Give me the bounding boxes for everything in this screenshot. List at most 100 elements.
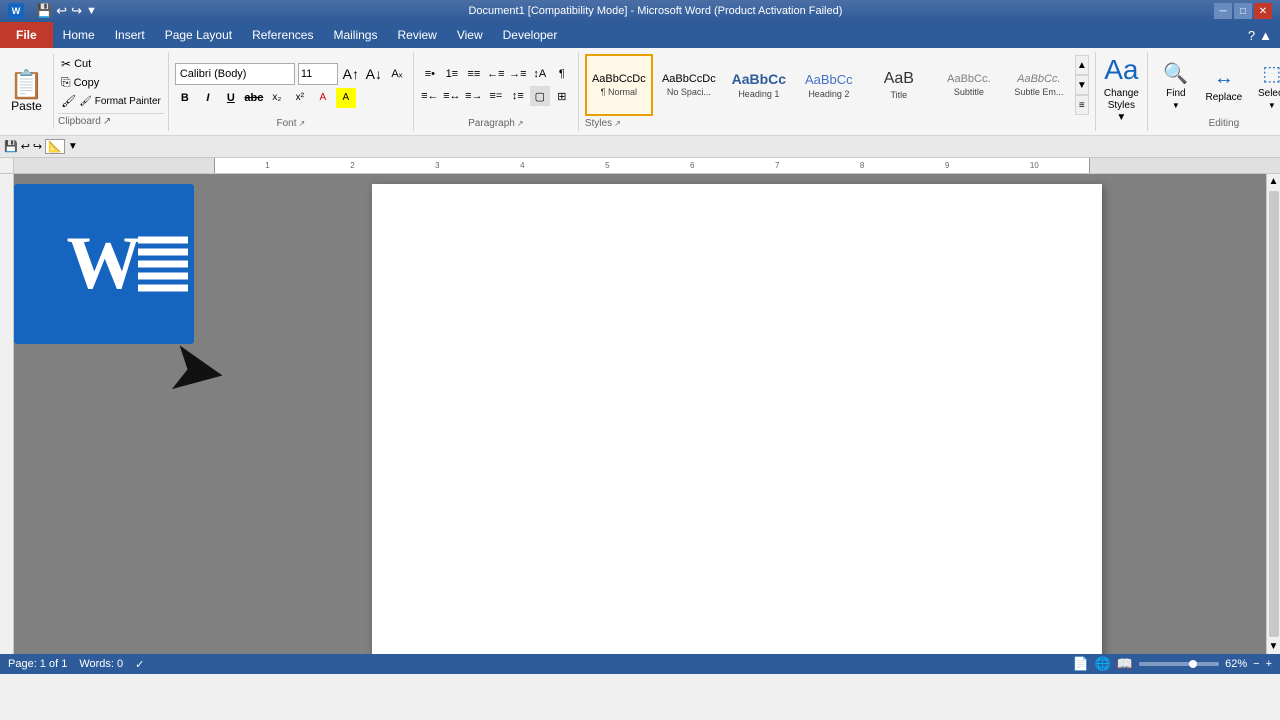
qa-save[interactable]: 💾 xyxy=(36,3,52,19)
paragraph-controls: ≡• 1≡ ≡≡ ←≡ →≡ ↕A ¶ ≡← ≡↔ ≡→ ≡= ↕≡ ▢ ⊞ xyxy=(420,64,572,106)
superscript-button[interactable]: x² xyxy=(290,88,310,108)
paragraph-expand-icon[interactable]: ↗ xyxy=(517,119,524,128)
menu-review[interactable]: Review xyxy=(387,22,446,48)
document-page: BRAND COMPANY NAME GLOBAL BUSINESS SOLUT… xyxy=(372,184,1102,654)
menu-pagelayout[interactable]: Page Layout xyxy=(155,22,242,48)
replace-button[interactable]: ↔ Replace xyxy=(1202,58,1246,113)
show-hide-button[interactable]: ¶ xyxy=(552,64,572,84)
style-no-spacing[interactable]: AaBbCcDc No Spaci... xyxy=(655,54,723,116)
qa-redo[interactable]: ↪ xyxy=(71,3,82,19)
select-dropdown[interactable]: ▼ xyxy=(1268,101,1276,110)
qa2-icon1[interactable]: 💾 xyxy=(4,140,18,153)
increase-indent-button[interactable]: →≡ xyxy=(508,64,528,84)
select-button[interactable]: ⬚ Select ▼ xyxy=(1250,58,1280,113)
cut-button[interactable]: ✂ Cut xyxy=(58,56,164,72)
style-heading1[interactable]: AaBbCc Heading 1 xyxy=(725,54,793,116)
bullets-button[interactable]: ≡• xyxy=(420,64,440,84)
close-button[interactable]: ✕ xyxy=(1254,3,1272,19)
style-normal-preview: AaBbCcDc xyxy=(592,73,646,85)
bold-button[interactable]: B xyxy=(175,88,195,108)
style-heading2[interactable]: AaBbCc Heading 2 xyxy=(795,54,863,116)
qa2-icon4[interactable]: 📐 xyxy=(45,139,65,154)
find-dropdown[interactable]: ▼ xyxy=(1172,101,1180,110)
justify-button[interactable]: ≡= xyxy=(486,86,506,106)
clear-format-button[interactable]: Aₓ xyxy=(387,64,407,84)
paste-button[interactable]: 📋 Paste xyxy=(4,54,54,129)
styles-expand[interactable]: ≡ xyxy=(1075,95,1089,115)
font-row-2: B I U abc x₂ x² A A xyxy=(175,88,407,108)
ruler-mark-10: 10 xyxy=(1030,161,1039,170)
replace-icon: ↔ xyxy=(1214,67,1234,90)
ruler-mark-5: 5 xyxy=(605,161,609,170)
underline-button[interactable]: U xyxy=(221,88,241,108)
scroll-thumb[interactable] xyxy=(1269,191,1279,637)
menu-references[interactable]: References xyxy=(242,22,323,48)
change-styles-group[interactable]: Aa ChangeStyles ▼ xyxy=(1096,52,1148,131)
style-subtitle[interactable]: AaBbCc. Subtitle xyxy=(935,54,1003,116)
replace-label: Replace xyxy=(1206,92,1243,103)
qa2-icon2[interactable]: ↩ xyxy=(21,140,30,153)
clipboard-expand-icon[interactable]: ↗ xyxy=(103,116,111,127)
align-left-button[interactable]: ≡← xyxy=(420,86,440,106)
minimize-button[interactable]: ─ xyxy=(1214,3,1232,19)
select-icon: ⬚ xyxy=(1262,61,1280,86)
shading-button[interactable]: ▢ xyxy=(530,86,550,106)
zoom-out-button[interactable]: − xyxy=(1253,658,1259,670)
numbering-button[interactable]: 1≡ xyxy=(442,64,462,84)
format-painter-button[interactable]: 🖌 🖌 Format Painter xyxy=(58,93,164,109)
decrease-indent-button[interactable]: ←≡ xyxy=(486,64,506,84)
increase-font-button[interactable]: A↑ xyxy=(341,64,361,84)
decrease-font-button[interactable]: A↓ xyxy=(364,64,384,84)
scroll-down-button[interactable]: ▼ xyxy=(1269,641,1279,652)
styles-scroll-up[interactable]: ▲ xyxy=(1075,55,1089,75)
scroll-up-button[interactable]: ▲ xyxy=(1269,176,1279,187)
zoom-slider[interactable] xyxy=(1139,662,1219,666)
logo-line-5 xyxy=(138,285,188,292)
font-expand-icon[interactable]: ↗ xyxy=(299,119,306,128)
font-size-input[interactable] xyxy=(298,63,338,85)
align-right-button[interactable]: ≡→ xyxy=(464,86,484,106)
copy-button[interactable]: ⎘ Copy xyxy=(58,74,164,91)
qa2-dropdown[interactable]: ▼ xyxy=(68,141,78,152)
strikethrough-button[interactable]: abc xyxy=(244,88,264,108)
view-read-icon[interactable]: 📖 xyxy=(1117,656,1133,672)
styles-expand-icon[interactable]: ↗ xyxy=(614,119,621,128)
view-web-icon[interactable]: 🌐 xyxy=(1095,656,1111,672)
zoom-in-button[interactable]: + xyxy=(1266,658,1272,670)
border-button[interactable]: ⊞ xyxy=(552,86,572,106)
restore-button[interactable]: □ xyxy=(1234,3,1252,19)
style-normal[interactable]: AaBbCcDc ¶ Normal xyxy=(585,54,653,116)
subscript-button[interactable]: x₂ xyxy=(267,88,287,108)
menu-view[interactable]: View xyxy=(447,22,493,48)
help-icon[interactable]: ? xyxy=(1248,28,1255,43)
style-h2-preview: AaBbCc xyxy=(805,72,853,87)
style-subtle-em[interactable]: AaBbCc. Subtle Em... xyxy=(1005,54,1073,116)
find-button[interactable]: 🔍 Find ▼ xyxy=(1154,58,1198,113)
menu-insert[interactable]: Insert xyxy=(105,22,155,48)
menu-mailings[interactable]: Mailings xyxy=(323,22,387,48)
highlight-button[interactable]: A xyxy=(336,88,356,108)
multilevel-button[interactable]: ≡≡ xyxy=(464,64,484,84)
minimize-ribbon-icon[interactable]: ▲ xyxy=(1259,28,1272,43)
text-color-button[interactable]: A xyxy=(313,88,333,108)
menu-home[interactable]: Home xyxy=(53,22,105,48)
qa-undo[interactable]: ↩ xyxy=(56,3,67,19)
italic-button[interactable]: I xyxy=(198,88,218,108)
align-center-button[interactable]: ≡↔ xyxy=(442,86,462,106)
font-name-input[interactable] xyxy=(175,63,295,85)
sort-button[interactable]: ↕A xyxy=(530,64,550,84)
view-normal-icon[interactable]: 📄 xyxy=(1073,656,1089,672)
qa-custom[interactable]: ▼ xyxy=(86,5,97,17)
file-menu[interactable]: File xyxy=(0,22,53,48)
style-title[interactable]: AaB Title xyxy=(865,54,933,116)
vertical-scrollbar[interactable]: ▲ ▼ xyxy=(1266,174,1280,654)
style-h2-label: Heading 2 xyxy=(808,89,849,99)
zoom-thumb[interactable] xyxy=(1189,660,1197,668)
menu-developer[interactable]: Developer xyxy=(493,22,568,48)
spell-check-icon[interactable]: ✓ xyxy=(135,658,144,671)
styles-scroll-down[interactable]: ▼ xyxy=(1075,75,1089,95)
qa2-icon3[interactable]: ↪ xyxy=(33,140,42,153)
ruler-mark-6: 6 xyxy=(690,161,694,170)
line-spacing-button[interactable]: ↕≡ xyxy=(508,86,528,106)
doc-pages-wrapper: BRAND COMPANY NAME GLOBAL BUSINESS SOLUT… xyxy=(372,184,1102,644)
